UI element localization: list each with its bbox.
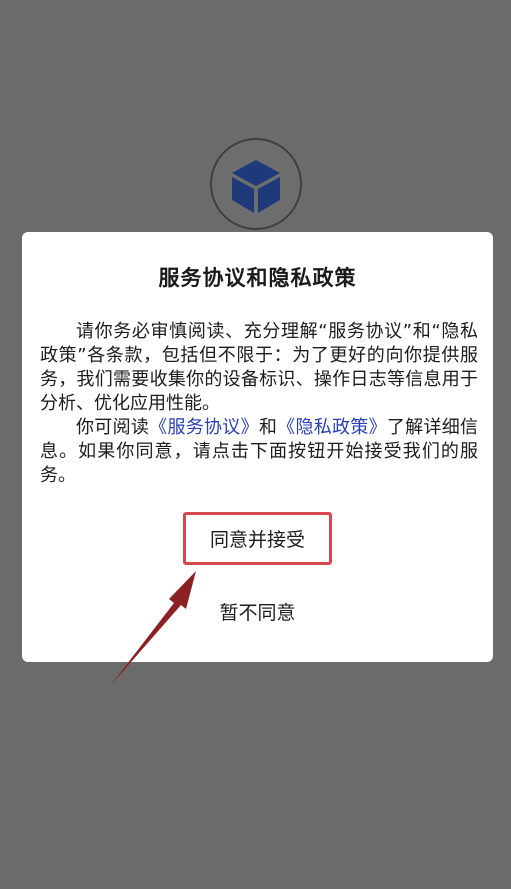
service-agreement-link[interactable]: 《服务协议》: [149, 417, 259, 438]
dialog-title: 服务协议和隐私政策: [158, 266, 357, 290]
dialog-paragraph-1: 请你务必审慎阅读、充分理解“服务协议”和“隐私政策”各条款，包括但不限于：为了更…: [40, 321, 478, 414]
app-logo: [210, 138, 302, 230]
privacy-dialog: 服务协议和隐私政策 请你务必审慎阅读、充分理解“服务协议”和“隐私政策”各条款，…: [22, 232, 493, 662]
disagree-button[interactable]: 暂不同意: [22, 598, 493, 625]
app-screen: 服务协议和隐私政策 请你务必审慎阅读、充分理解“服务协议”和“隐私政策”各条款，…: [0, 0, 511, 889]
dialog-body: 请你务必审慎阅读、充分理解“服务协议”和“隐私政策”各条款，包括但不限于：为了更…: [40, 320, 478, 488]
privacy-policy-link[interactable]: 《隐私政策》: [277, 417, 387, 438]
paragraph-2-prefix: 你可阅读: [76, 417, 150, 438]
dialog-paragraph-2: 你可阅读《服务协议》和《隐私政策》了解详细信息。如果你同意，请点击下面按钮开始接…: [40, 416, 478, 488]
paragraph-2-and: 和: [258, 417, 278, 438]
agree-button[interactable]: 同意并接受: [183, 512, 332, 565]
cube-logo-icon: [232, 160, 280, 213]
